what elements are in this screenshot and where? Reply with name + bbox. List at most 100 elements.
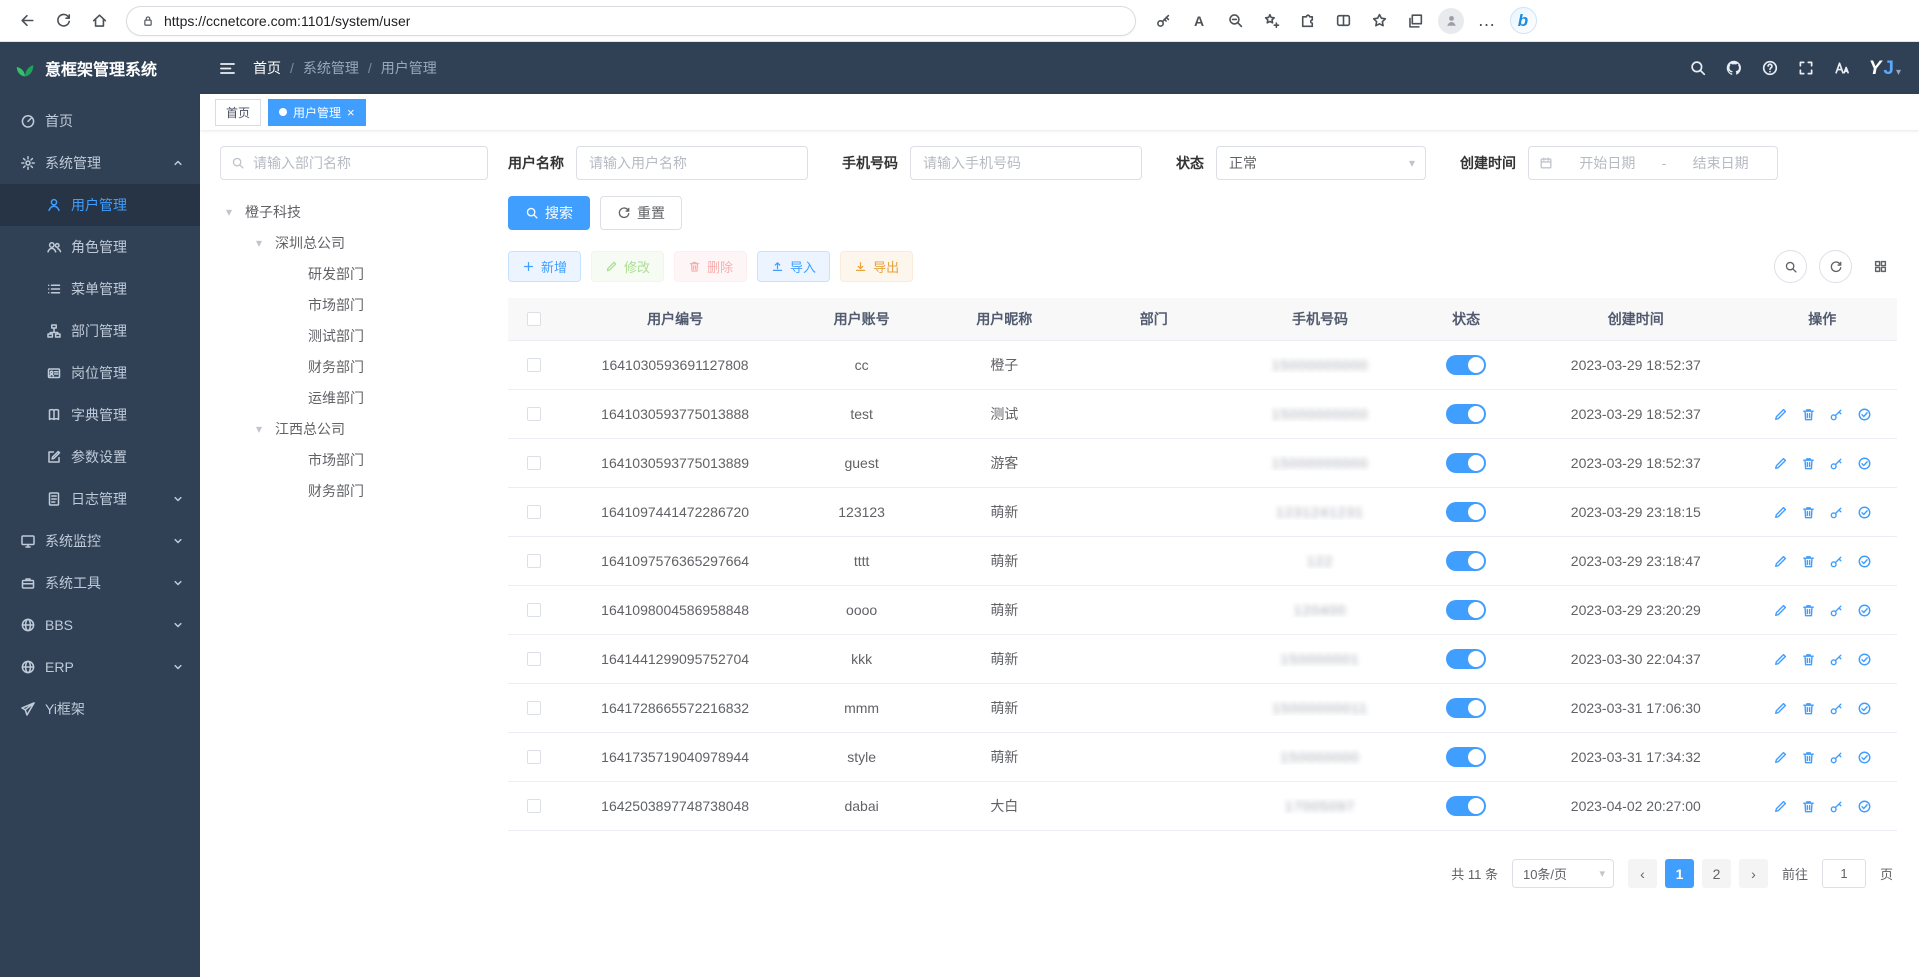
sidebar-item[interactable]: 参数设置 — [0, 436, 200, 478]
refresh-table-icon[interactable] — [1819, 250, 1852, 283]
sidebar-item[interactable]: 日志管理 — [0, 478, 200, 520]
row-checkbox[interactable] — [527, 358, 541, 372]
reset-password-icon[interactable] — [1829, 407, 1844, 422]
address-bar[interactable]: https://ccnetcore.com:1101/system/user — [126, 6, 1136, 36]
github-icon[interactable] — [1725, 59, 1743, 77]
sidebar-item[interactable]: 用户管理 — [0, 184, 200, 226]
sidebar-item[interactable]: Yi框架 — [0, 688, 200, 730]
row-checkbox[interactable] — [527, 652, 541, 666]
breadcrumb-label[interactable]: 用户管理 — [381, 58, 437, 78]
edit-icon[interactable] — [1773, 603, 1788, 618]
reset-password-icon[interactable] — [1829, 603, 1844, 618]
page-number-button[interactable]: 2 — [1702, 859, 1731, 888]
reset-password-icon[interactable] — [1829, 701, 1844, 716]
sidebar-item[interactable]: 首页 — [0, 100, 200, 142]
assign-role-icon[interactable] — [1857, 799, 1872, 814]
delete-icon[interactable] — [1801, 456, 1816, 471]
status-toggle[interactable] — [1446, 796, 1486, 816]
breadcrumb-item[interactable]: / 系统管理 — [281, 58, 359, 78]
tree-node-label[interactable]: 测试部门 — [308, 326, 364, 346]
tree-caret-icon[interactable]: ▾ — [256, 236, 268, 250]
tree-node-label[interactable]: 研发部门 — [308, 264, 364, 284]
row-checkbox[interactable] — [527, 750, 541, 764]
collections-icon[interactable] — [1400, 6, 1430, 36]
tree-node[interactable]: 市场部门 — [220, 444, 488, 475]
row-checkbox[interactable] — [527, 505, 541, 519]
reset-password-icon[interactable] — [1829, 799, 1844, 814]
show-search-icon[interactable] — [1774, 250, 1807, 283]
reset-password-icon[interactable] — [1829, 456, 1844, 471]
view-tab[interactable]: 用户管理 × — [268, 99, 366, 126]
copilot-icon[interactable]: b — [1508, 6, 1538, 36]
tree-node[interactable]: ▾ 橙子科技 — [220, 196, 488, 227]
tree-node-label[interactable]: 橙子科技 — [245, 202, 301, 222]
browser-refresh-button[interactable] — [48, 6, 78, 36]
edit-icon[interactable] — [1773, 407, 1788, 422]
assign-role-icon[interactable] — [1857, 456, 1872, 471]
tree-node-label[interactable]: 运维部门 — [308, 388, 364, 408]
tree-node-label[interactable]: 深圳总公司 — [275, 233, 345, 253]
assign-role-icon[interactable] — [1857, 407, 1872, 422]
font-size-icon[interactable] — [1833, 59, 1851, 77]
delete-icon[interactable] — [1801, 407, 1816, 422]
browser-home-button[interactable] — [84, 6, 114, 36]
date-range-picker[interactable]: 开始日期 - 结束日期 — [1528, 146, 1778, 180]
reset-password-icon[interactable] — [1829, 554, 1844, 569]
page-size-select[interactable]: 10条/页 ▾ — [1512, 859, 1614, 888]
assign-role-icon[interactable] — [1857, 505, 1872, 520]
close-tab-icon[interactable]: × — [347, 106, 355, 119]
add-favorite-icon[interactable] — [1256, 6, 1286, 36]
reset-password-icon[interactable] — [1829, 505, 1844, 520]
row-checkbox[interactable] — [527, 407, 541, 421]
status-select[interactable]: 正常 ▾ — [1216, 146, 1426, 180]
status-toggle[interactable] — [1446, 649, 1486, 669]
sidebar-item[interactable]: 部门管理 — [0, 310, 200, 352]
assign-role-icon[interactable] — [1857, 554, 1872, 569]
page-number-button[interactable]: 1 — [1665, 859, 1694, 888]
delete-icon[interactable] — [1801, 505, 1816, 520]
tree-caret-icon[interactable]: ▾ — [226, 205, 238, 219]
sidebar-item[interactable]: 字典管理 — [0, 394, 200, 436]
assign-role-icon[interactable] — [1857, 603, 1872, 618]
username-input[interactable] — [576, 146, 808, 180]
breadcrumb-label[interactable]: 系统管理 — [303, 58, 359, 78]
column-settings-icon[interactable] — [1864, 250, 1897, 283]
tree-node-label[interactable]: 财务部门 — [308, 357, 364, 377]
reset-password-icon[interactable] — [1829, 652, 1844, 667]
sidebar-item[interactable]: 系统管理 — [0, 142, 200, 184]
sidebar-item[interactable]: 岗位管理 — [0, 352, 200, 394]
tree-node[interactable]: ▾ 深圳总公司 — [220, 227, 488, 258]
delete-button[interactable]: 删除 — [674, 251, 747, 282]
sidebar-item[interactable]: 菜单管理 — [0, 268, 200, 310]
delete-icon[interactable] — [1801, 799, 1816, 814]
tree-node[interactable]: 研发部门 — [220, 258, 488, 289]
sidebar-item[interactable]: 系统工具 — [0, 562, 200, 604]
prev-page-button[interactable]: ‹ — [1628, 859, 1657, 888]
breadcrumb-label[interactable]: 首页 — [253, 58, 281, 78]
export-button[interactable]: 导出 — [840, 251, 913, 282]
row-checkbox[interactable] — [527, 701, 541, 715]
edit-icon[interactable] — [1773, 701, 1788, 716]
extensions-puzzle-icon[interactable] — [1292, 6, 1322, 36]
add-button[interactable]: 新增 — [508, 251, 581, 282]
status-toggle[interactable] — [1446, 600, 1486, 620]
breadcrumb-item[interactable]: / 用户管理 — [359, 58, 437, 78]
sidebar-item[interactable]: 角色管理 — [0, 226, 200, 268]
tree-caret-icon[interactable]: ▾ — [256, 422, 268, 436]
edit-icon[interactable] — [1773, 750, 1788, 765]
status-toggle[interactable] — [1446, 551, 1486, 571]
zoom-out-icon[interactable] — [1220, 6, 1250, 36]
sidebar-item[interactable]: ERP — [0, 646, 200, 688]
tree-node[interactable]: ▾ 江西总公司 — [220, 413, 488, 444]
tree-node[interactable]: 市场部门 — [220, 289, 488, 320]
user-avatar-menu[interactable]: Y J ▾ — [1869, 59, 1901, 78]
breadcrumb-item[interactable]: 首页 — [253, 58, 281, 78]
split-screen-icon[interactable] — [1328, 6, 1358, 36]
status-toggle[interactable] — [1446, 355, 1486, 375]
tree-node[interactable]: 财务部门 — [220, 351, 488, 382]
status-toggle[interactable] — [1446, 404, 1486, 424]
search-button[interactable]: 搜索 — [508, 196, 590, 230]
row-checkbox[interactable] — [527, 456, 541, 470]
browser-back-button[interactable] — [12, 6, 42, 36]
tree-node-label[interactable]: 江西总公司 — [275, 419, 345, 439]
